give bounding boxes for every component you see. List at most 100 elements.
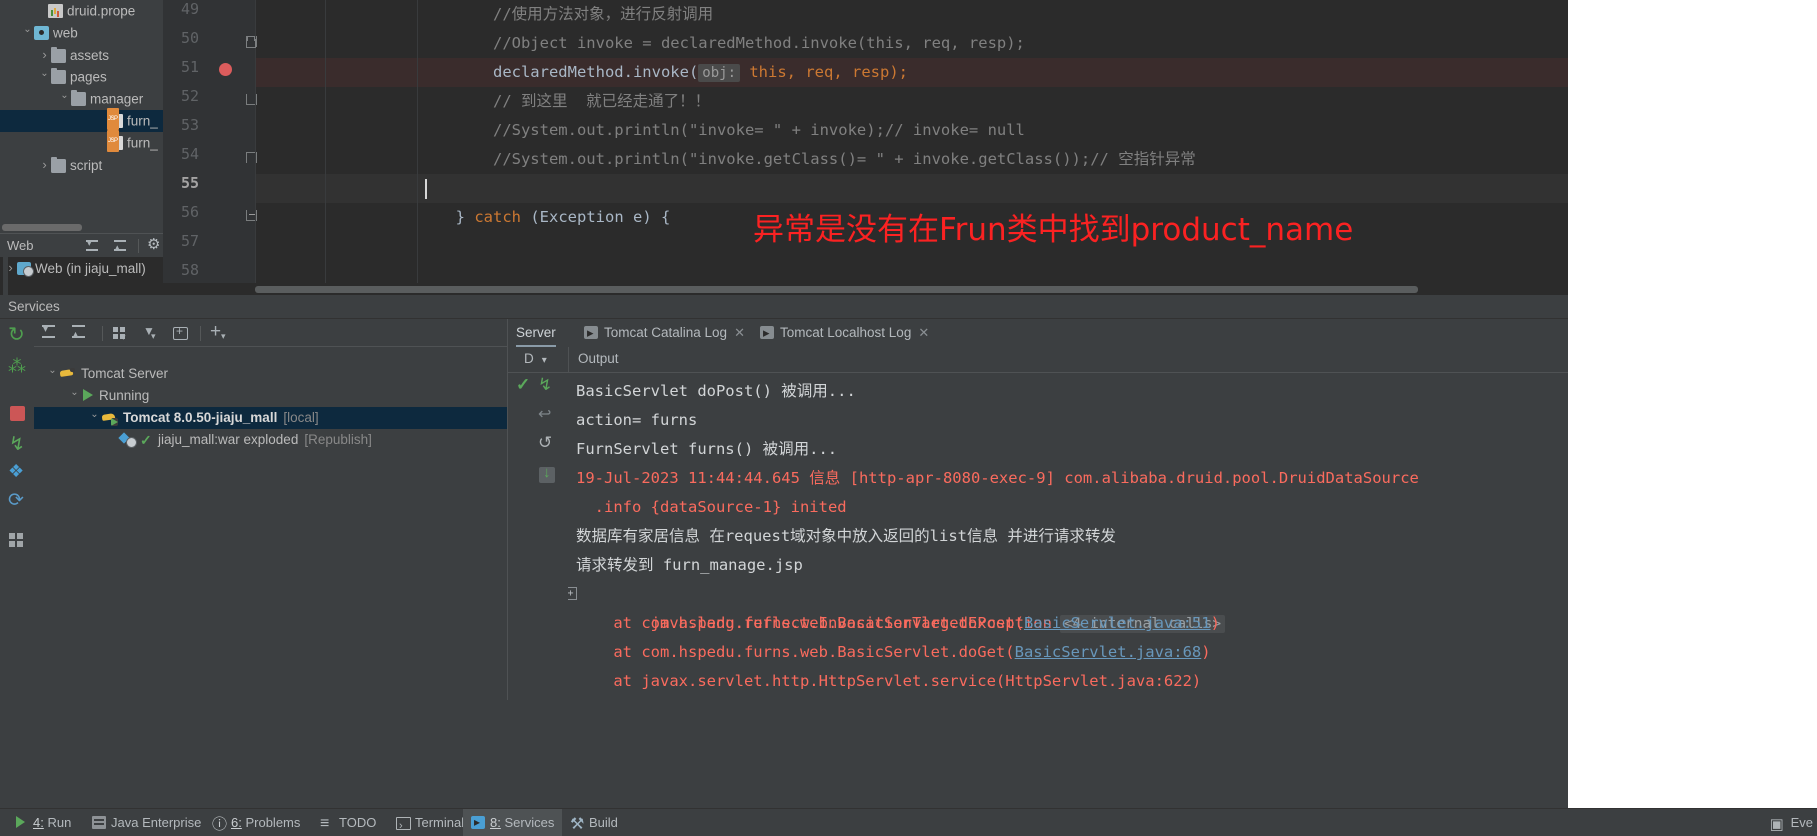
debug-icon[interactable] xyxy=(8,356,27,379)
comment-text: //Object invoke = declaredMethod.invoke(… xyxy=(381,34,1025,52)
tomcat-icon xyxy=(59,367,76,381)
code-line: //System.out.println("invoke.getClass()=… xyxy=(381,145,1196,174)
code-text: (Exception e) { xyxy=(521,208,671,226)
statusbar-item-terminal[interactable]: Terminal xyxy=(388,809,472,836)
service-row[interactable]: Running xyxy=(34,385,507,407)
chevron-down-icon[interactable] xyxy=(88,407,101,429)
scrollbar-thumb[interactable] xyxy=(2,224,82,231)
tree-item-label: manager xyxy=(90,91,144,107)
tree-row-selected[interactable]: furn_ xyxy=(0,108,163,132)
expand-stacktrace-icon[interactable]: + xyxy=(568,587,577,600)
web-artifact-icon xyxy=(17,261,34,277)
tomcat-deploy-icon xyxy=(101,411,118,426)
chevron-right-icon[interactable] xyxy=(4,257,17,281)
statusbar-item-run[interactable]: 4: Run xyxy=(6,809,79,836)
output-filter-dropdown[interactable]: D ▾ xyxy=(524,351,547,366)
code-line: //使用方法对象，进行反射调用 xyxy=(381,0,713,29)
comment-text: // 到这里 就已经走通了！！ xyxy=(381,92,711,110)
statusbar-item-services[interactable]: 8: Services xyxy=(463,809,563,836)
editor-gutter[interactable]: 49 50 51 52 53 54 55 56 57 58 xyxy=(163,0,257,283)
tree-row[interactable]: assets xyxy=(0,44,163,66)
chevron-right-icon[interactable] xyxy=(38,154,51,178)
line-number: 56 xyxy=(180,203,199,221)
breakpoint-icon[interactable] xyxy=(219,63,232,76)
stack-text: at com.hspedu.furns.web.BasicServlet.doG… xyxy=(576,643,1015,661)
statusbar-shortcut: 6: xyxy=(231,815,242,830)
tree-row[interactable]: script xyxy=(0,154,163,176)
tree-horizontal-scrollbar[interactable] xyxy=(0,222,163,233)
stack-link[interactable]: BasicServlet.java:68 xyxy=(1015,643,1202,661)
console-line-stack: at com.hspedu.furns.web.BasicServlet.doG… xyxy=(576,638,1210,667)
tab-tomcat-localhost-log[interactable]: Tomcat Localhost Log ✕ xyxy=(760,319,930,347)
statusbar-item-todo[interactable]: TODO xyxy=(312,809,384,836)
java-ee-icon xyxy=(92,816,106,829)
service-label: Tomcat Server xyxy=(81,366,169,381)
event-log-label: Eve xyxy=(1790,815,1813,830)
close-icon[interactable]: ✕ xyxy=(734,319,746,347)
chevron-right-icon[interactable] xyxy=(38,44,51,68)
comment-text: //System.out.println("invoke.getClass()=… xyxy=(381,150,1196,168)
collapse-all-icon[interactable] xyxy=(112,239,128,253)
tree-row[interactable]: druid.prope xyxy=(0,0,163,22)
chevron-down-icon[interactable] xyxy=(58,88,71,110)
comment-text: //使用方法对象，进行反射调用 xyxy=(381,5,714,23)
chevron-down-icon[interactable]: ▾ xyxy=(542,355,547,366)
collapse-all-icon[interactable] xyxy=(70,325,88,342)
statusbar-shortcut: 8: xyxy=(490,815,501,830)
add-tab-icon[interactable] xyxy=(172,324,190,342)
todo-icon xyxy=(320,810,334,836)
expand-all-icon[interactable] xyxy=(84,238,100,253)
service-row-selected[interactable]: Tomcat 8.0.50-jiaju_mall [local] xyxy=(34,407,507,429)
filter-icon[interactable] xyxy=(142,324,160,342)
statusbar-item-java-enterprise[interactable]: Java Enterprise xyxy=(84,809,209,836)
service-row[interactable]: ✓ jiaju_mall:war exploded [Republish] xyxy=(34,429,507,451)
close-icon[interactable]: ✕ xyxy=(918,319,930,347)
grid-icon[interactable] xyxy=(8,531,27,550)
refresh-icon[interactable] xyxy=(8,489,27,513)
chevron-down-icon[interactable] xyxy=(46,363,59,385)
statusbar-right[interactable]: Eve xyxy=(1770,809,1813,836)
stack-link[interactable]: BasicServlet.java:51 xyxy=(1024,614,1211,632)
folder-icon xyxy=(71,90,86,106)
statusbar-label: Services xyxy=(504,815,555,830)
chevron-down-icon[interactable] xyxy=(68,385,81,407)
tree-row[interactable]: furn_ xyxy=(0,130,163,154)
line-number: 49 xyxy=(180,0,199,18)
print-icon[interactable] xyxy=(538,464,558,486)
scrollbar-thumb[interactable] xyxy=(255,286,1418,293)
web-module-row[interactable]: Web (in jiaju_mall) xyxy=(0,257,163,279)
service-suffix: [Republish] xyxy=(304,432,372,447)
scroll-to-end-icon[interactable] xyxy=(538,375,558,399)
tree-row[interactable]: web xyxy=(0,22,163,44)
restart-icon[interactable] xyxy=(538,433,558,457)
stop-icon[interactable] xyxy=(10,406,25,421)
tree-row[interactable]: manager xyxy=(0,88,163,110)
tab-label: Tomcat Catalina Log xyxy=(604,325,728,340)
services-tree[interactable]: Tomcat Server Running Tomcat 8.0.50-jiaj… xyxy=(34,347,507,700)
tree-row[interactable]: pages xyxy=(0,66,163,88)
tab-server[interactable]: Server xyxy=(516,319,556,347)
console-line: FurnServlet furns() 被调用... xyxy=(576,440,838,458)
statusbar-item-build[interactable]: Build xyxy=(562,809,626,836)
service-row[interactable]: Tomcat Server xyxy=(34,363,507,385)
play-icon xyxy=(81,388,95,402)
layout-icon[interactable] xyxy=(8,461,27,485)
group-by-icon[interactable] xyxy=(112,325,130,343)
resume-icon[interactable] xyxy=(8,433,27,457)
rerun-icon[interactable] xyxy=(8,322,27,347)
tab-tomcat-catalina-log[interactable]: Tomcat Catalina Log ✕ xyxy=(584,319,746,347)
tree-item-label: pages xyxy=(70,69,107,85)
statusbar-item-problems[interactable]: 6: Problems xyxy=(204,809,308,836)
tree-item-label: druid.prope xyxy=(67,3,136,19)
chevron-down-icon[interactable] xyxy=(38,66,51,88)
code-line: } catch (Exception e) { xyxy=(381,203,671,232)
soft-wrap-icon[interactable] xyxy=(538,404,558,428)
expand-all-icon[interactable] xyxy=(40,324,58,342)
tab-label: Tomcat Localhost Log xyxy=(780,325,912,340)
code-text: declaredMethod.invoke( xyxy=(381,63,699,81)
keyword-text: catch xyxy=(474,208,521,226)
add-icon[interactable] xyxy=(210,321,228,343)
line-number: 50 xyxy=(180,29,199,47)
project-tree[interactable]: druid.prope web assets pages manager fur… xyxy=(0,0,163,233)
chevron-down-icon[interactable] xyxy=(21,22,34,44)
